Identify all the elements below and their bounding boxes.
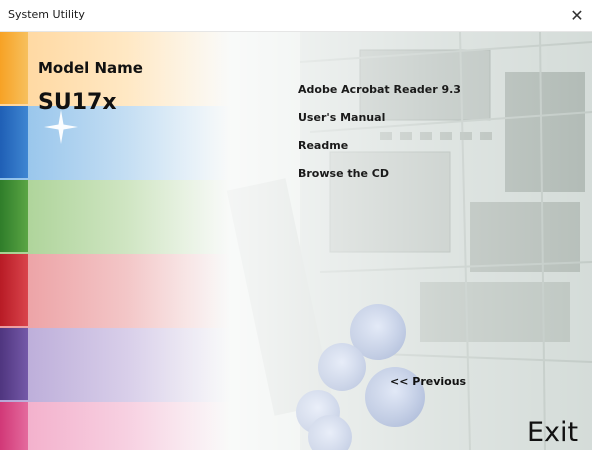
tab-green xyxy=(0,180,28,252)
color-band-purple xyxy=(0,328,230,402)
color-band-pink xyxy=(0,402,230,450)
previous-button[interactable]: << Previous xyxy=(390,375,466,388)
title-bar: System Utility ✕ xyxy=(0,0,592,32)
exit-button[interactable]: Exit xyxy=(527,417,578,448)
main-panel: Model Name SU17x Adobe Acrobat Reader 9.… xyxy=(0,32,592,450)
tab-red xyxy=(0,254,28,326)
model-name-label: Model Name xyxy=(38,59,143,77)
menu-item-readme[interactable]: Readme xyxy=(298,138,461,166)
close-icon: ✕ xyxy=(570,6,584,25)
tab-orange xyxy=(0,32,28,104)
tab-purple xyxy=(0,328,28,400)
tab-blue xyxy=(0,106,28,178)
tab-pink xyxy=(0,402,28,450)
app-window: System Utility ✕ Model Name SU17x Adobe … xyxy=(0,0,592,450)
install-menu: Adobe Acrobat Reader 9.3 User's Manual R… xyxy=(298,82,461,194)
color-band-green xyxy=(0,180,230,254)
menu-item-acrobat-reader[interactable]: Adobe Acrobat Reader 9.3 xyxy=(298,82,461,110)
color-band-blue xyxy=(0,106,230,180)
menu-item-users-manual[interactable]: User's Manual xyxy=(298,110,461,138)
color-band-red xyxy=(0,254,230,328)
window-title: System Utility xyxy=(8,8,85,21)
close-button[interactable]: ✕ xyxy=(562,0,592,31)
menu-item-browse-cd[interactable]: Browse the CD xyxy=(298,166,461,194)
sparkle-icon xyxy=(44,110,78,144)
